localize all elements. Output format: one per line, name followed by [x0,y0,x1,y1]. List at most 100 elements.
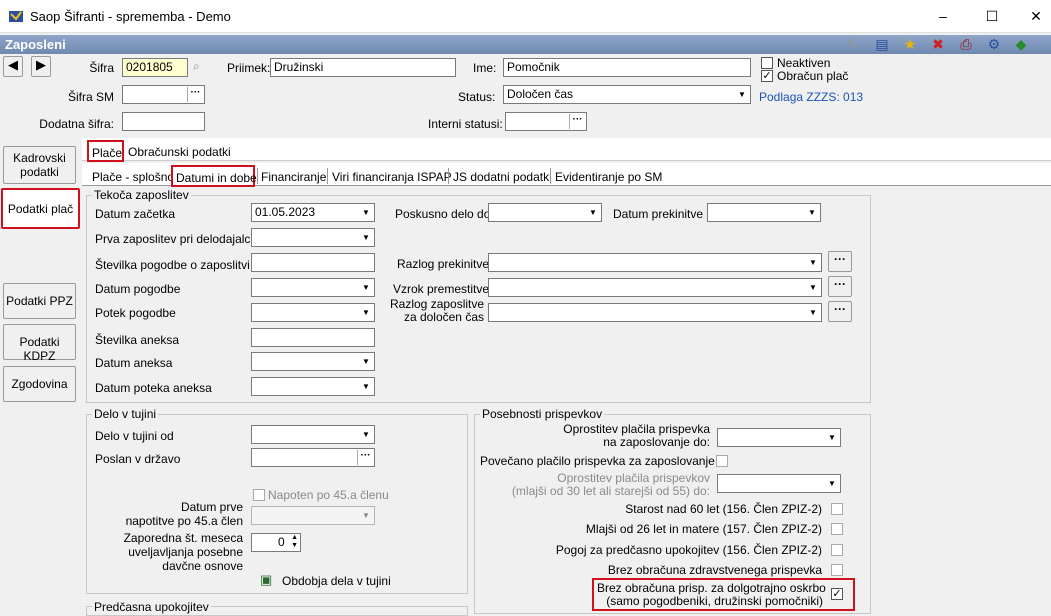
obracun-checkbox[interactable]: ✓ [761,70,773,82]
sidebar-podatki-plac[interactable]: Podatki plač [1,188,80,229]
neaktiven-checkbox[interactable] [761,57,773,69]
poslan-lookup-button[interactable]: ··· [357,450,373,465]
chevron-down-icon[interactable]: ▼ [806,305,820,320]
tab-place-label: Plače [92,146,123,160]
help-icon[interactable]: ◆ [1011,34,1031,54]
tab-evidentiranje-sm[interactable]: Evidentiranje po SM [555,170,662,184]
chevron-down-icon[interactable]: ▼ [735,87,749,102]
vzrok-select[interactable]: ▼ [488,278,822,297]
napoten-checkbox[interactable] [253,489,265,501]
sidebar-zgodovina[interactable]: Zgodovina [3,366,76,402]
sidebar-kdpz[interactable]: Podatki KDPZ [3,324,76,363]
datum-prekinitve-input[interactable]: ▼ [707,203,821,222]
dodatna-input[interactable] [122,112,205,131]
oprostitev2-input[interactable]: ▼ [717,474,841,493]
chevron-down-icon[interactable]: ▼ [806,255,820,270]
chevron-down-icon[interactable]: ▼ [359,379,373,394]
datum-poteka-aneksa-label: Datum poteka aneksa [95,381,212,395]
chevron-down-icon[interactable]: ▼ [806,280,820,295]
print-icon[interactable]: ⎙ [956,34,976,54]
chevron-down-icon[interactable]: ▼ [359,427,373,442]
potek-pogodbe-label: Potek pogodbe [95,306,176,320]
tab-place-splosno[interactable]: Plače - splošno [92,170,174,184]
prva-input[interactable]: ▼ [251,228,375,247]
zaporedna-stepper[interactable]: 0 ▲ ▼ [251,533,301,552]
tab-datumi-dobe[interactable]: Datumi in dobe [171,165,257,187]
stevilka-pogodbe-label: Številka pogodbe o zaposlitvi [95,258,250,272]
sidebar-ppz[interactable]: Podatki PPZ [3,283,76,319]
interni-input[interactable]: ··· [505,112,587,131]
chevron-down-icon[interactable]: ▼ [359,280,373,295]
chevron-down-icon[interactable]: ▼ [359,230,373,245]
chevron-down-icon[interactable]: ▼ [359,354,373,369]
tujina-od-label: Delo v tujini od [95,429,174,443]
razlog-prekinitve-select[interactable]: ▼ [488,253,822,272]
predcasna-title: Predčasna upokojitev [92,600,211,614]
mlajsi-checkbox[interactable] [831,523,843,535]
interni-lookup-button[interactable]: ··· [569,114,585,129]
sifra-sm-lookup-button[interactable]: ··· [187,87,203,102]
zap-line2: uveljavljanja posebne [128,545,243,559]
razlog-zaposlitve-select[interactable]: ▼ [488,303,822,322]
priimek-label: Priimek: [227,61,271,75]
tab-place[interactable]: Plače [87,140,124,162]
minimize-button[interactable]: – [933,8,953,24]
sidebar-kadrovski[interactable]: Kadrovski podatki [3,146,76,184]
opr2-line1: Oprostitev plačila prispevkov [557,471,710,485]
chevron-down-icon[interactable]: ▼ [805,205,819,220]
delete-icon[interactable]: ✖ [928,34,948,54]
chevron-down-icon[interactable]: ▼ [359,508,373,523]
poskusno-input[interactable]: ▼ [488,203,602,222]
datum-pogodbe-input[interactable]: ▼ [251,278,375,297]
list-icon[interactable]: ▤ [872,34,892,54]
brez-zdr-checkbox[interactable] [831,564,843,576]
tujina-od-input[interactable]: ▼ [251,425,375,444]
tab-datumi-dobe-label: Datumi in dobe [176,171,257,185]
chevron-down-icon[interactable]: ▼ [359,205,373,220]
chevron-down-icon[interactable]: ▼ [359,305,373,320]
sifra-input[interactable]: 0201805 [122,58,188,77]
brez-dolg-line2: (samo pogodbeniki, družinski pomočniki) [606,594,823,608]
sifra-sm-input[interactable]: ··· [122,85,205,104]
stevilka-aneksa-input[interactable] [251,328,375,347]
povecano-checkbox[interactable] [716,455,728,467]
starost-checkbox[interactable] [831,503,843,515]
datum-zacetka-input[interactable]: 01.05.2023 ▼ [251,203,375,222]
potek-pogodbe-input[interactable]: ▼ [251,303,375,322]
tab-viri-financiranja[interactable]: Viri financiranja ISPAP [332,170,452,184]
prev-record-button[interactable]: ◀ [3,56,23,77]
oprostitev-input[interactable]: ▼ [717,428,841,447]
tab-obracunski[interactable]: Obračunski podatki [128,145,231,159]
brez-dolg-checkbox[interactable]: ✓ [831,588,843,600]
tab-separator [327,168,328,184]
close-button[interactable]: ✕ [1026,8,1046,25]
spinner-icon[interactable]: ▲ ▼ [291,534,298,550]
priimek-input[interactable]: Družinski [270,58,456,77]
obdobja-button[interactable]: Obdobja dela v tujini [282,574,391,588]
stevilka-pogodbe-input[interactable] [251,253,375,272]
chevron-down-icon[interactable]: ▼ [586,205,600,220]
chevron-down-icon[interactable]: ▼ [825,430,839,445]
search-icon[interactable]: ⌕ [193,59,209,75]
ime-input[interactable]: Pomočnik [503,58,751,77]
poslan-input[interactable]: ··· [251,448,375,467]
next-record-button[interactable]: ▶ [31,56,51,77]
obracun-label: Obračun plač [777,69,849,83]
razlog-prekinitve-lookup-button[interactable]: ··· [828,251,852,272]
pogoj-checkbox[interactable] [831,544,843,556]
edit-icon[interactable]: ✎ [843,34,863,54]
tab-financiranje[interactable]: Financiranje [261,170,326,184]
settings-icon[interactable]: ⚙ [984,34,1004,54]
status-value: Določen čas [507,87,574,101]
datum-prve-input[interactable]: ▼ [251,506,375,525]
datum-poteka-aneksa-input[interactable]: ▼ [251,377,375,396]
tab-js-dodatni[interactable]: JS dodatni podatki [453,170,552,184]
chevron-down-icon[interactable]: ▼ [825,476,839,491]
maximize-button[interactable]: ☐ [982,8,1002,25]
tujina-title: Delo v tujini [92,407,159,421]
razlog-zaposlitve-lookup-button[interactable]: ··· [828,301,852,322]
datum-aneksa-input[interactable]: ▼ [251,352,375,371]
star-icon[interactable]: ★ [900,34,920,54]
vzrok-lookup-button[interactable]: ··· [828,276,852,297]
status-select[interactable]: Določen čas ▼ [503,85,751,104]
